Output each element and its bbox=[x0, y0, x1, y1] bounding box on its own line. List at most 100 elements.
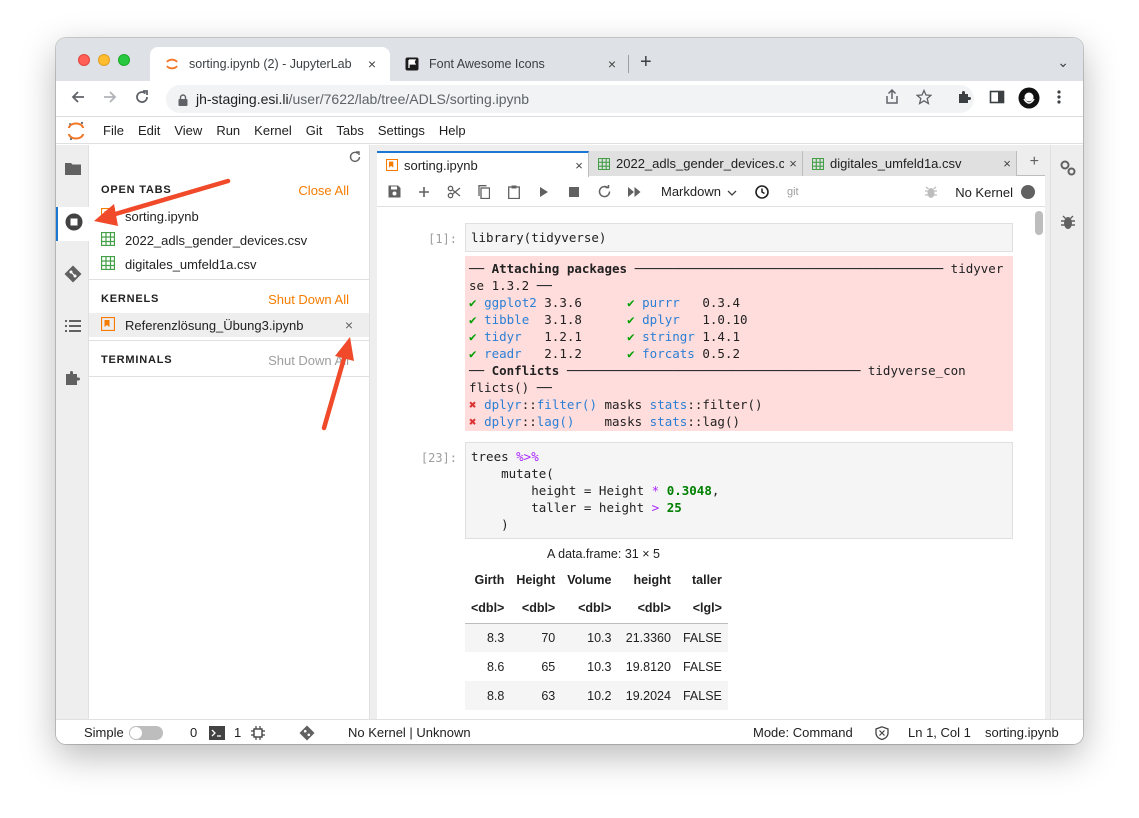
restart-icon[interactable] bbox=[589, 185, 619, 198]
menu-run[interactable]: Run bbox=[209, 123, 247, 138]
new-tab-button[interactable]: + bbox=[640, 52, 652, 72]
notebook-icon bbox=[385, 158, 399, 172]
namespace-sep: :: bbox=[521, 397, 537, 412]
code-number: 0.3048 bbox=[666, 483, 712, 498]
debugger-tab[interactable] bbox=[1051, 207, 1083, 241]
kernel-name[interactable]: No Kernel bbox=[955, 185, 1013, 200]
debugger-bug-icon[interactable] bbox=[925, 185, 937, 202]
close-doc-tab-icon[interactable]: × bbox=[784, 156, 802, 171]
menu-settings[interactable]: Settings bbox=[371, 123, 432, 138]
package-name: tidyr bbox=[484, 329, 522, 344]
doc-tab-digitales-umfeld[interactable]: digitales_umfeld1a.csv × bbox=[803, 151, 1017, 176]
close-tab-icon[interactable]: × bbox=[602, 56, 622, 72]
back-arrow-icon[interactable] bbox=[70, 89, 86, 108]
close-doc-tab-icon[interactable]: × bbox=[998, 156, 1016, 171]
shut-down-all-kernels-button[interactable]: Shut Down All bbox=[268, 292, 349, 307]
property-inspector-tab[interactable] bbox=[1051, 153, 1083, 187]
browser-menu-icon[interactable] bbox=[1056, 89, 1062, 110]
cell-type-dropdown[interactable]: Markdown bbox=[661, 184, 737, 199]
doc-tab-gender-devices[interactable]: 2022_adls_gender_devices.csv × bbox=[589, 151, 803, 176]
open-tab-item[interactable]: sorting.ipynb bbox=[89, 204, 369, 228]
clock-icon[interactable] bbox=[747, 184, 777, 199]
notebook-scrollbar[interactable] bbox=[1035, 211, 1043, 235]
kernel-status-text[interactable]: No Kernel | Unknown bbox=[348, 725, 471, 740]
menu-view[interactable]: View bbox=[167, 123, 209, 138]
profile-avatar[interactable] bbox=[1018, 87, 1040, 114]
browser-tab-font-awesome[interactable]: Font Awesome Icons × bbox=[390, 47, 630, 81]
address-bar[interactable]: jh-staging.esi.li/user/7622/lab/tree/ADL… bbox=[166, 85, 974, 113]
close-all-button[interactable]: Close All bbox=[298, 183, 349, 198]
stop-icon[interactable] bbox=[559, 186, 589, 197]
fast-forward-icon[interactable] bbox=[619, 186, 649, 197]
shut-down-all-terminals-button[interactable]: Shut Down All bbox=[268, 353, 349, 368]
output-text: ── Conflicts bbox=[469, 363, 567, 378]
doc-tab-sorting[interactable]: sorting.ipynb × bbox=[377, 151, 589, 177]
table-cell: 8.3 bbox=[486, 630, 505, 645]
menu-tabs[interactable]: Tabs bbox=[329, 123, 370, 138]
git-icon[interactable] bbox=[299, 725, 315, 744]
shut-down-kernel-button[interactable]: × bbox=[345, 317, 353, 333]
open-tab-item[interactable]: 2022_adls_gender_devices.csv bbox=[89, 228, 369, 252]
forward-arrow-icon[interactable] bbox=[102, 89, 118, 108]
insert-cell-icon[interactable] bbox=[409, 186, 439, 198]
tab-search-button[interactable]: ⌄ bbox=[1057, 54, 1069, 71]
package-name: dplyr bbox=[642, 312, 680, 327]
kernel-status-icon bbox=[1021, 185, 1035, 199]
refresh-icon[interactable] bbox=[349, 151, 361, 166]
close-doc-tab-icon[interactable]: × bbox=[570, 158, 588, 173]
chip-icon[interactable] bbox=[251, 726, 265, 743]
file-browser-tab[interactable] bbox=[56, 153, 89, 187]
paste-icon[interactable] bbox=[499, 185, 529, 199]
extension-manager-tab[interactable] bbox=[56, 363, 89, 397]
new-launcher-button[interactable]: + bbox=[1030, 153, 1039, 171]
code-line: ) bbox=[471, 517, 509, 532]
code-line: height = Height bbox=[471, 483, 652, 498]
simple-mode-toggle[interactable] bbox=[129, 726, 163, 740]
minimize-window-button[interactable] bbox=[98, 54, 110, 66]
package-name: readr bbox=[484, 346, 522, 361]
kernel-session-item[interactable]: Referenzlösung_Übung3.ipynb × bbox=[89, 313, 369, 337]
stderr-output: ── Attaching packages ──────────────────… bbox=[465, 256, 1013, 431]
table-of-contents-tab[interactable] bbox=[56, 311, 89, 345]
shield-icon[interactable] bbox=[875, 726, 889, 743]
running-sessions-panel: OPEN TABS Close All sorting.ipynb 2022_a… bbox=[89, 145, 370, 719]
table-cell: 10.3 bbox=[587, 630, 612, 645]
menu-git[interactable]: Git bbox=[299, 123, 330, 138]
code-cell-editor[interactable]: trees %>% mutate( height = Height * 0.30… bbox=[465, 442, 1013, 539]
menu-file[interactable]: File bbox=[96, 123, 131, 138]
menu-edit[interactable]: Edit bbox=[131, 123, 167, 138]
code-cell-editor[interactable]: library(tidyverse) bbox=[465, 223, 1013, 252]
lock-icon[interactable] bbox=[178, 93, 188, 106]
side-panel-icon[interactable] bbox=[989, 89, 1005, 110]
extensions-puzzle-icon[interactable] bbox=[956, 89, 972, 110]
package-version: 2.1.2 bbox=[544, 346, 582, 361]
save-icon[interactable] bbox=[379, 185, 409, 198]
open-tab-item[interactable]: digitales_umfeld1a.csv bbox=[89, 252, 369, 276]
cell-type-value: Markdown bbox=[661, 184, 721, 199]
package-name: purrr bbox=[642, 295, 680, 310]
git-tab[interactable] bbox=[56, 259, 89, 293]
list-icon bbox=[64, 319, 81, 338]
browser-toolbar: jh-staging.esi.li/user/7622/lab/tree/ADL… bbox=[56, 81, 1083, 117]
browser-tab-jupyterlab[interactable]: sorting.ipynb (2) - JupyterLab × bbox=[150, 47, 390, 81]
reload-icon[interactable] bbox=[134, 89, 150, 108]
cursor-position[interactable]: Ln 1, Col 1 bbox=[908, 725, 971, 740]
table-cell: 10.3 bbox=[587, 659, 612, 674]
section-divider bbox=[89, 340, 369, 341]
running-sessions-tab[interactable] bbox=[56, 207, 90, 241]
run-icon[interactable] bbox=[529, 186, 559, 198]
close-tab-icon[interactable]: × bbox=[362, 56, 382, 72]
share-icon[interactable] bbox=[885, 88, 899, 110]
menu-help[interactable]: Help bbox=[432, 123, 473, 138]
terminal-icon[interactable] bbox=[209, 726, 225, 743]
copy-icon[interactable] bbox=[469, 184, 499, 199]
menu-kernel[interactable]: Kernel bbox=[247, 123, 299, 138]
maximize-window-button[interactable] bbox=[118, 54, 130, 66]
close-window-button[interactable] bbox=[78, 54, 90, 66]
stop-circle-icon bbox=[65, 213, 83, 236]
table-row: 8.6 65 10.3 19.8120 FALSE bbox=[465, 652, 728, 681]
cut-icon[interactable] bbox=[439, 185, 469, 199]
package-version: 3.1.8 bbox=[544, 312, 582, 327]
cross-icon: ✖ bbox=[469, 414, 477, 429]
bookmark-star-icon[interactable] bbox=[915, 88, 933, 110]
